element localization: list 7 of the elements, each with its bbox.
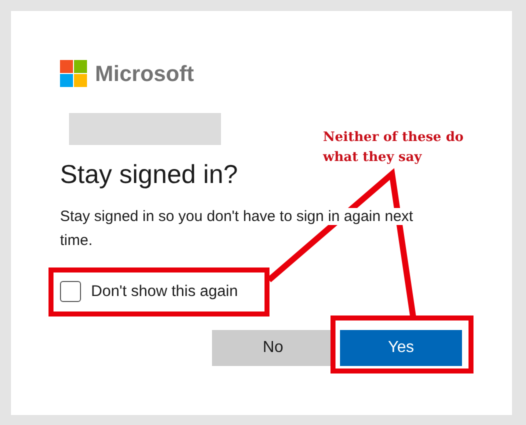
annotation-text: Neither of these do what they say — [323, 129, 465, 167]
dialog-title: Stay signed in? — [60, 158, 238, 191]
checkbox[interactable] — [60, 281, 81, 302]
checkbox-label[interactable]: Don't show this again — [91, 282, 238, 300]
brand-name: Microsoft — [95, 60, 194, 86]
confirm-button[interactable]: Yes — [340, 330, 462, 366]
logo-icon — [60, 60, 87, 87]
